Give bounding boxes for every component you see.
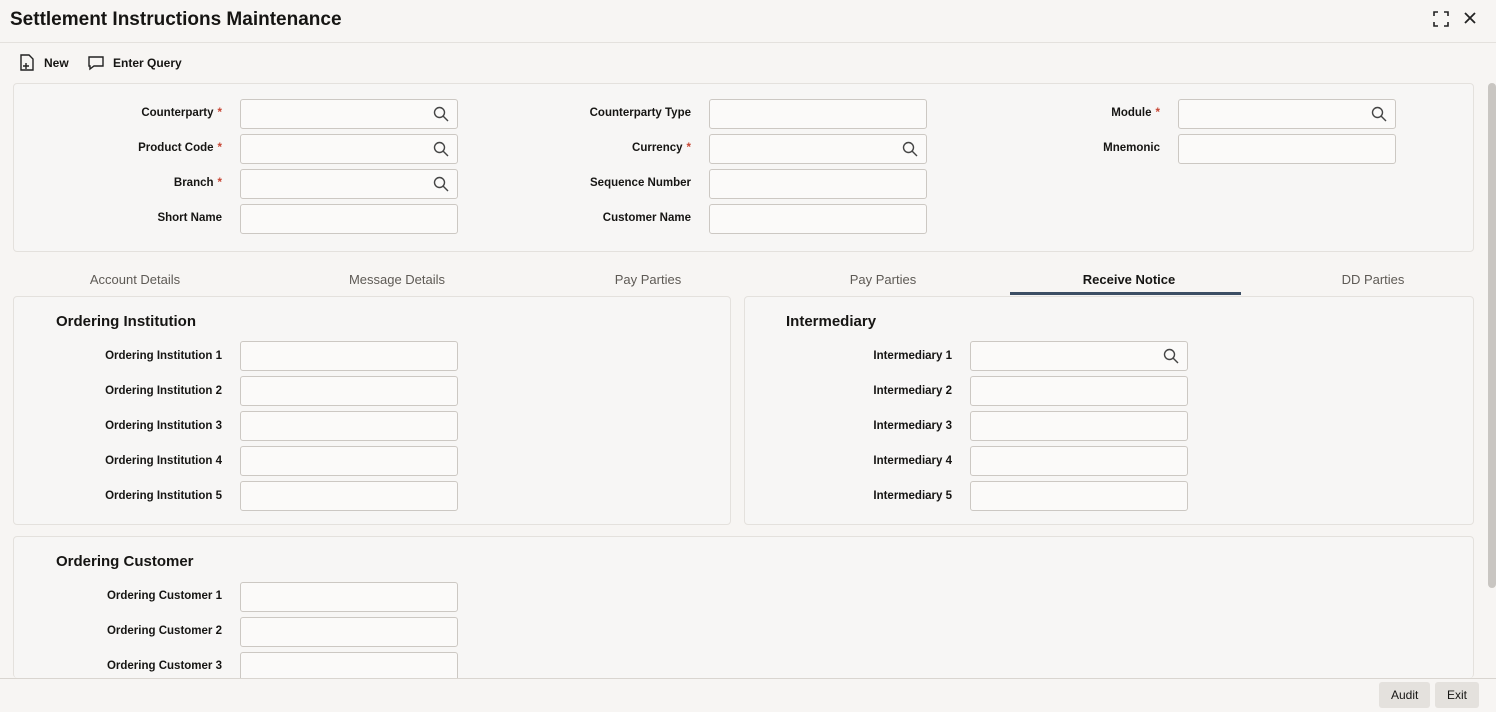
maximize-icon[interactable]: [1432, 10, 1450, 33]
ordering-institution-5-label: Ordering Institution 5: [105, 490, 222, 502]
mnemonic-label: Mnemonic: [1103, 142, 1160, 154]
module-field[interactable]: [1178, 99, 1396, 129]
search-icon[interactable]: [1371, 106, 1387, 127]
footer-bar: [0, 678, 1496, 712]
module-label: Module *: [1111, 107, 1160, 119]
search-icon[interactable]: [1163, 348, 1179, 369]
ordering-customer-2-field[interactable]: [240, 617, 458, 647]
short-name-label: Short Name: [157, 212, 222, 224]
search-icon[interactable]: [433, 176, 449, 197]
tab-pay-parties[interactable]: Pay Parties: [573, 272, 723, 287]
branch-field[interactable]: [240, 169, 458, 199]
ordering-customer-3-label: Ordering Customer 3: [106, 660, 222, 672]
new-document-icon: [20, 54, 34, 71]
ordering-customer-1-label: Ordering Customer 1: [106, 590, 222, 602]
intermediary-5-label: Intermediary 5: [873, 490, 952, 502]
ordering-institution-4-label: Ordering Institution 4: [105, 455, 222, 467]
customer-name-field[interactable]: [709, 204, 927, 234]
customer-name-label: Customer Name: [602, 212, 691, 224]
search-icon[interactable]: [433, 141, 449, 162]
page-title: Settlement Instructions Maintenance: [10, 9, 342, 30]
vertical-scrollbar[interactable]: [1488, 83, 1496, 588]
ordering-institution-4-field[interactable]: [240, 446, 458, 476]
speech-bubble-icon: [88, 56, 104, 71]
ordering-customer-1-field[interactable]: [240, 582, 458, 612]
exit-button[interactable]: Exit: [1435, 682, 1480, 708]
currency-field[interactable]: [709, 134, 927, 164]
audit-button[interactable]: Audit: [1379, 682, 1431, 708]
short-name-field[interactable]: [240, 204, 458, 234]
toolbar: New Enter Query: [0, 48, 1496, 78]
ordering-institution-2-field[interactable]: [240, 376, 458, 406]
ordering-customer-panel: [13, 536, 1474, 678]
enter-query-label: Enter Query: [113, 56, 182, 70]
ordering-institution-1-label: Ordering Institution 1: [105, 350, 222, 362]
sequence-number-label: Sequence Number: [590, 177, 691, 189]
product-code-label: Product Code *: [138, 142, 222, 154]
ordering-institution-title: Ordering Institution: [56, 313, 196, 330]
ordering-institution-3-label: Ordering Institution 3: [105, 420, 222, 432]
ordering-customer-2-label: Ordering Customer 2: [106, 625, 222, 637]
new-label: New: [44, 56, 69, 70]
ordering-institution-5-field[interactable]: [240, 481, 458, 511]
close-icon[interactable]: [1462, 10, 1478, 31]
search-icon[interactable]: [902, 141, 918, 162]
tab-dd-parties[interactable]: DD Parties: [1298, 272, 1448, 287]
intermediary-1-label: Intermediary 1: [873, 350, 952, 362]
ordering-institution-3-field[interactable]: [240, 411, 458, 441]
enter-query-button[interactable]: Enter Query: [87, 54, 182, 72]
currency-label: Currency *: [632, 142, 691, 154]
counterparty-type-label: Counterparty Type: [589, 107, 691, 119]
ordering-institution-1-field[interactable]: [240, 341, 458, 371]
new-button[interactable]: New: [18, 54, 69, 72]
sequence-number-field[interactable]: [709, 169, 927, 199]
tab-receive-notice[interactable]: Receive Notice: [1050, 272, 1208, 287]
product-code-field[interactable]: [240, 134, 458, 164]
tab-account-details[interactable]: Account Details: [60, 272, 210, 287]
intermediary-3-field[interactable]: [970, 411, 1188, 441]
ordering-customer-title: Ordering Customer: [56, 553, 194, 570]
intermediary-1-field[interactable]: [970, 341, 1188, 371]
intermediary-4-label: Intermediary 4: [873, 455, 952, 467]
intermediary-3-label: Intermediary 3: [873, 420, 952, 432]
counterparty-field[interactable]: [240, 99, 458, 129]
intermediary-2-label: Intermediary 2: [873, 385, 952, 397]
tab-message-details[interactable]: Message Details: [322, 272, 472, 287]
branch-label: Branch *: [173, 177, 222, 189]
active-tab-indicator: [1010, 292, 1241, 295]
title-bar: Settlement Instructions Maintenance: [0, 0, 1496, 43]
counterparty-label: Counterparty *: [141, 107, 222, 119]
tab-pay-parties-2[interactable]: Pay Parties: [808, 272, 958, 287]
intermediary-title: Intermediary: [786, 313, 877, 330]
intermediary-2-field[interactable]: [970, 376, 1188, 406]
mnemonic-field[interactable]: [1178, 134, 1396, 164]
intermediary-5-field[interactable]: [970, 481, 1188, 511]
search-icon[interactable]: [433, 106, 449, 127]
intermediary-4-field[interactable]: [970, 446, 1188, 476]
ordering-institution-2-label: Ordering Institution 2: [105, 385, 222, 397]
counterparty-type-field[interactable]: [709, 99, 927, 129]
